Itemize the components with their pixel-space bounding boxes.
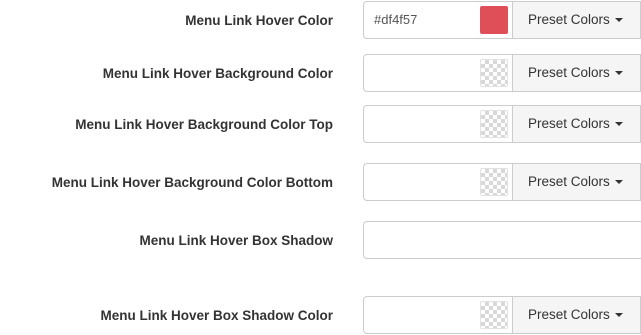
field-label: Menu Link Hover Background Color Bottom [51,175,333,190]
setting-row-hover-background-color-bottom: Menu Link Hover Background Color Bottom … [0,162,641,204]
field-label: Menu Link Hover Box Shadow [139,233,333,248]
caret-down-icon [614,71,623,76]
menu-link-hover-settings-form: Menu Link Hover Color #df4f57 Preset Col… [0,0,641,335]
caret-down-icon [614,122,623,127]
setting-row-hover-box-shadow: Menu Link Hover Box Shadow [0,220,641,262]
transparent-swatch[interactable] [480,110,508,138]
setting-row-hover-background-color: Menu Link Hover Background Color Preset … [0,53,641,95]
preset-colors-button[interactable]: Preset Colors [512,163,641,201]
field-label: Menu Link Hover Color [185,13,333,28]
field-value: #df4f57 [374,12,418,27]
hover-box-shadow-color-input[interactable] [363,296,513,334]
transparent-swatch[interactable] [480,168,508,196]
field-label: Menu Link Hover Background Color Top [75,117,333,132]
preset-colors-label: Preset Colors [528,12,610,27]
field-label: Menu Link Hover Background Color [102,66,333,81]
preset-colors-button[interactable]: Preset Colors [512,1,641,39]
hover-background-color-bottom-input[interactable] [363,163,513,201]
preset-colors-label: Preset Colors [528,65,610,80]
hover-background-color-top-input[interactable] [363,105,513,143]
transparent-swatch[interactable] [480,301,508,329]
caret-down-icon [614,180,623,185]
hover-background-color-input[interactable] [363,54,513,92]
caret-down-icon [614,18,623,23]
preset-colors-label: Preset Colors [528,116,610,131]
preset-colors-button[interactable]: Preset Colors [512,296,641,334]
preset-colors-label: Preset Colors [528,307,610,322]
color-swatch[interactable] [480,6,508,34]
caret-down-icon [614,313,623,318]
preset-colors-label: Preset Colors [528,174,610,189]
hover-color-input[interactable]: #df4f57 [363,1,513,39]
hover-box-shadow-input[interactable] [363,221,641,259]
setting-row-hover-box-shadow-color: Menu Link Hover Box Shadow Color Preset … [0,295,641,335]
transparent-swatch[interactable] [480,59,508,87]
preset-colors-button[interactable]: Preset Colors [512,54,641,92]
setting-row-hover-background-color-top: Menu Link Hover Background Color Top Pre… [0,104,641,146]
setting-row-hover-color: Menu Link Hover Color #df4f57 Preset Col… [0,0,641,42]
preset-colors-button[interactable]: Preset Colors [512,105,641,143]
field-label: Menu Link Hover Box Shadow Color [100,308,333,323]
